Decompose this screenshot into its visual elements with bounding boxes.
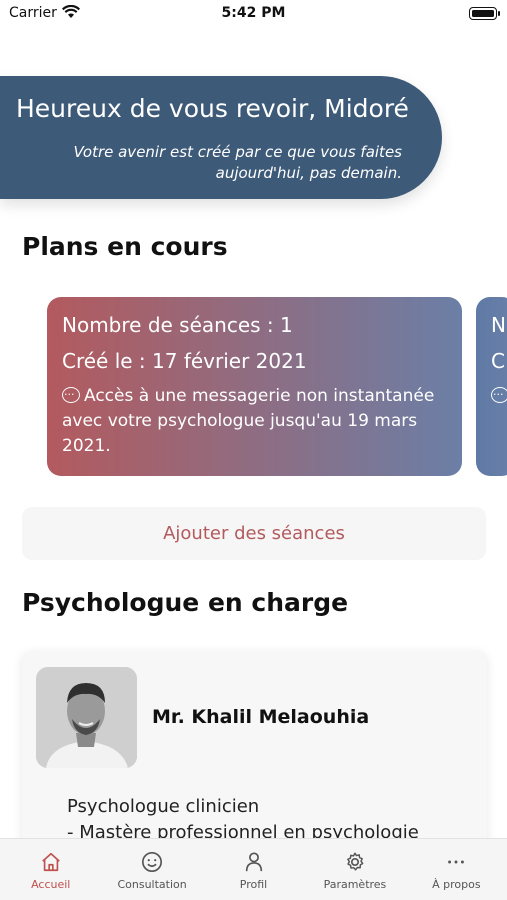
plan-messaging-text: Accès à une messagerie non instantanée a…	[62, 386, 435, 456]
psychologist-section-title: Psychologue en charge	[22, 588, 349, 617]
plan-messaging-info: Accès à une messagerie non instantanée a…	[62, 382, 447, 459]
greeting-quote: Votre avenir est créé par ce que vous fa…	[73, 143, 402, 182]
tab-label: Profil	[239, 878, 268, 891]
ellipsis-icon	[448, 860, 465, 864]
tab-label: Paramètres	[323, 878, 387, 891]
battery-icon	[469, 7, 500, 20]
tab-label: Consultation	[117, 878, 187, 891]
plans-section-title: Plans en cours	[22, 232, 228, 261]
plan-sessions: N	[491, 313, 506, 337]
status-bar: Carrier 5:42 PM	[0, 0, 507, 28]
plan-card-next[interactable]: N C	[476, 297, 507, 476]
smiley-icon	[142, 852, 163, 872]
tab-consultation[interactable]: Consultation	[101, 839, 202, 900]
tab-accueil[interactable]: Accueil	[0, 839, 101, 900]
clock: 5:42 PM	[221, 5, 286, 21]
plan-created-date: Créé le : 17 février 2021	[62, 349, 307, 373]
psychologist-avatar	[36, 667, 137, 768]
person-icon	[245, 852, 262, 872]
plan-created-date: C	[491, 349, 505, 373]
greeting-title: Heureux de vous revoir, Midoré	[16, 94, 409, 123]
tab-parametres[interactable]: Paramètres	[304, 839, 405, 900]
tab-label: À propos	[432, 878, 481, 891]
psychologist-title: Psychologue clinicien	[67, 796, 260, 817]
tab-a-propos[interactable]: À propos	[406, 839, 507, 900]
chat-bubble-icon	[62, 382, 80, 407]
tab-label: Accueil	[31, 878, 71, 891]
greeting-banner: Heureux de vous revoir, Midoré Votre ave…	[0, 76, 442, 199]
add-sessions-button[interactable]: Ajouter des séances	[22, 507, 486, 560]
chat-bubble-icon	[491, 382, 507, 407]
tab-profil[interactable]: Profil	[203, 839, 304, 900]
plan-sessions: Nombre de séances : 1	[62, 313, 293, 337]
home-icon	[41, 852, 60, 872]
tab-bar: Accueil Consultation Profil Paramètres À…	[0, 838, 507, 900]
gear-icon	[347, 852, 364, 871]
psychologist-name: Mr. Khalil Melaouhia	[152, 706, 370, 728]
plan-card[interactable]: Nombre de séances : 1 Créé le : 17 févri…	[47, 297, 462, 476]
plan-messaging-info	[491, 382, 507, 409]
